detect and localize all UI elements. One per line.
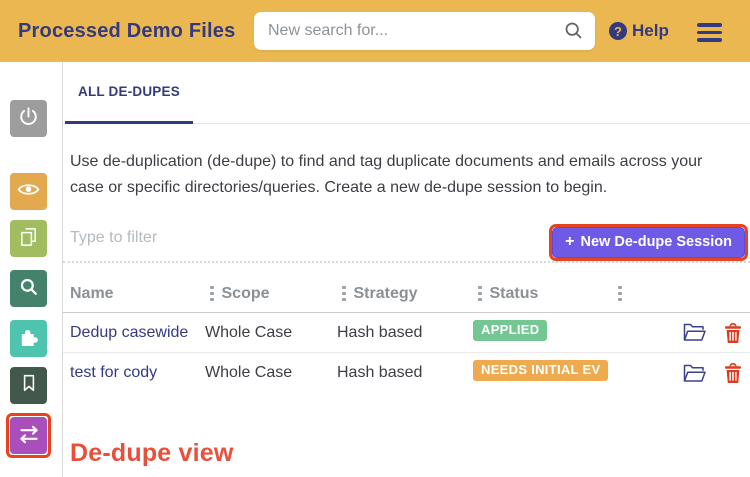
column-header-scope[interactable]: Scope — [205, 285, 337, 303]
sidebar-item-eye[interactable] — [10, 173, 47, 210]
table-row: Dedup casewide Whole Case Hash based APP… — [63, 313, 750, 353]
eye-icon — [16, 177, 41, 207]
sidebar-item-puzzle[interactable] — [10, 320, 47, 357]
filter-row: + New De-dupe Session — [63, 225, 750, 263]
sidebar-item-de-dupe[interactable] — [10, 417, 47, 454]
open-folder-icon[interactable] — [682, 322, 707, 343]
sidebar-item-power[interactable] — [10, 100, 47, 137]
hamburger-menu-icon[interactable] — [697, 23, 722, 42]
table-row: test for cody Whole Case Hash based NEED… — [63, 353, 750, 393]
bookmark-icon — [18, 372, 40, 399]
column-handle-icon[interactable] — [210, 286, 214, 302]
column-handle-icon[interactable] — [618, 286, 622, 302]
column-handle-icon[interactable] — [342, 286, 346, 302]
actions-cell — [613, 322, 750, 343]
status-cell: APPLIED — [473, 320, 613, 346]
swap-arrows-icon — [17, 421, 41, 450]
strategy-cell: Hash based — [337, 324, 473, 342]
column-header-status[interactable]: Status — [473, 285, 613, 303]
session-name-link[interactable]: Dedup casewide — [63, 324, 205, 342]
status-badge: NEEDS INITIAL EV — [473, 360, 608, 381]
status-cell: NEEDS INITIAL EV — [473, 360, 613, 386]
global-search — [254, 12, 595, 50]
question-circle-icon: ? — [609, 22, 627, 40]
status-badge: APPLIED — [473, 320, 547, 341]
main-content: ALL DE-DUPES Use de-duplication (de-dupe… — [63, 62, 750, 477]
trash-icon[interactable] — [724, 323, 742, 343]
column-header-strategy[interactable]: Strategy — [337, 285, 473, 303]
help-button[interactable]: ? Help — [609, 0, 669, 62]
strategy-cell: Hash based — [337, 364, 473, 382]
search-icon[interactable] — [563, 20, 584, 46]
search-icon — [17, 275, 40, 303]
new-session-label: New De-dupe Session — [581, 234, 732, 250]
sidebar-item-search[interactable] — [10, 270, 47, 307]
column-handle-icon[interactable] — [478, 286, 482, 302]
open-folder-icon[interactable] — [682, 363, 707, 384]
page-title: Processed Demo Files — [18, 0, 235, 62]
sidebar-item-copy[interactable] — [10, 220, 47, 257]
top-bar: Processed Demo Files ? Help — [0, 0, 750, 62]
table-header-row: Name Scope Strategy Status — [63, 275, 750, 313]
session-name-link[interactable]: test for cody — [63, 364, 205, 382]
sidebar — [0, 62, 63, 477]
column-header-name[interactable]: Name — [63, 285, 205, 303]
plus-icon: + — [565, 235, 574, 249]
copy-pages-icon — [17, 225, 40, 253]
column-header-actions[interactable] — [613, 286, 750, 302]
tab-all-de-dupes[interactable]: ALL DE-DUPES — [65, 62, 193, 124]
annotation-highlight-box: + New De-dupe Session — [549, 224, 748, 261]
trash-icon[interactable] — [724, 363, 742, 383]
sidebar-item-bookmark[interactable] — [10, 367, 47, 404]
de-dupe-table: Name Scope Strategy Status — [63, 275, 750, 393]
search-input[interactable] — [254, 12, 595, 50]
help-label: Help — [632, 21, 669, 41]
actions-cell — [613, 363, 750, 384]
scope-cell: Whole Case — [205, 324, 337, 342]
de-dupe-view-caption: De-dupe view — [70, 439, 750, 468]
scope-cell: Whole Case — [205, 364, 337, 382]
tab-bar: ALL DE-DUPES — [63, 62, 750, 124]
power-icon — [17, 105, 40, 133]
puzzle-icon — [17, 325, 40, 353]
description-text: Use de-duplication (de-dupe) to find and… — [70, 149, 710, 201]
new-de-dupe-session-button[interactable]: + New De-dupe Session — [552, 227, 745, 258]
active-item-highlight — [6, 413, 51, 458]
app-window: Processed Demo Files ? Help — [0, 0, 750, 477]
